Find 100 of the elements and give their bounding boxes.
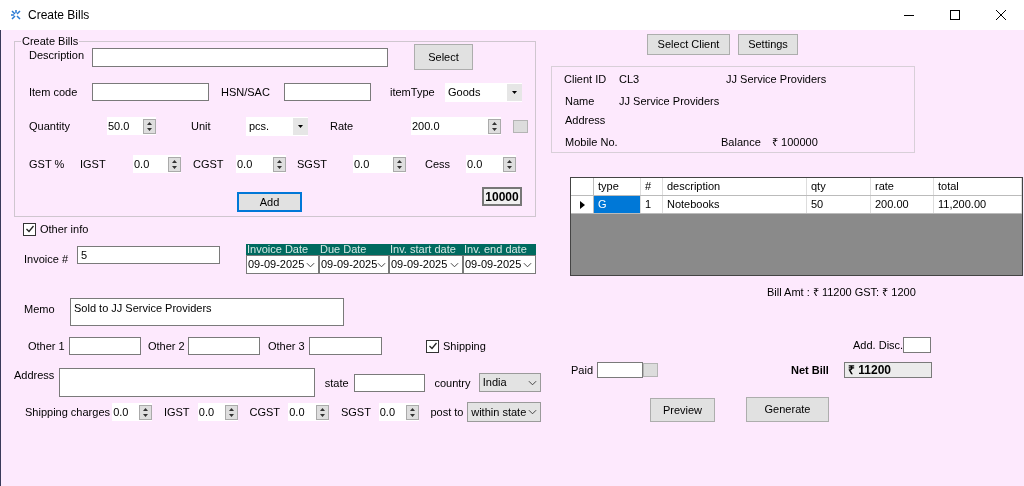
dropdown[interactable]: Goods	[445, 82, 522, 102]
field-label: Name	[565, 94, 596, 108]
spin-arrows-icon	[406, 404, 420, 420]
text-field[interactable]	[69, 337, 141, 355]
spin-field[interactable]: 0.0	[378, 403, 420, 421]
field-label: Address	[565, 113, 606, 127]
field-label: Rate	[330, 119, 355, 133]
field-label: IGST	[163, 405, 191, 419]
text-field[interactable]: 5	[77, 246, 220, 264]
text-area[interactable]	[59, 368, 315, 397]
date-picker[interactable]: 09-09-2025	[463, 255, 536, 274]
dropdown[interactable]: pcs.	[246, 116, 308, 136]
field-label: Mobile No.	[565, 135, 619, 149]
total-display: 10000	[482, 187, 522, 206]
spin-arrows-icon	[488, 118, 501, 134]
text-field[interactable]	[354, 373, 426, 392]
checkbox[interactable]	[426, 339, 439, 353]
field-label: Shipping charges	[25, 405, 111, 419]
column-header: Inv. start date	[389, 244, 463, 255]
field-label: IGST	[80, 157, 107, 171]
chevron-icon	[528, 379, 537, 386]
column-header[interactable]: type	[594, 178, 641, 195]
spin-field[interactable]: 0.0	[236, 155, 286, 173]
field-label: JJ Service Providers	[726, 72, 827, 86]
spin-field[interactable]: 0.0	[197, 403, 238, 421]
minimize-icon	[904, 14, 914, 16]
spin-arrows-icon	[273, 156, 286, 172]
group-title: Create Bills	[21, 34, 80, 48]
spin-arrows-icon	[315, 404, 329, 420]
column-header[interactable]: description	[663, 178, 807, 195]
amount-field: ₹ 11200	[844, 362, 932, 378]
table-cell[interactable]: Notebooks	[663, 196, 807, 213]
column-header: Inv. end date	[463, 244, 536, 255]
field-label: Invoice #	[24, 252, 70, 266]
field-label: Cess	[425, 157, 452, 171]
table-cell[interactable]: 200.00	[871, 196, 934, 213]
chevron-icon	[523, 261, 532, 268]
column-header: Due Date	[319, 244, 389, 255]
field-label: Other 3	[268, 339, 306, 353]
field-label: ₹ 100000	[772, 135, 818, 149]
field-label: Description	[29, 48, 86, 62]
checkbox-label: Other info	[40, 221, 89, 237]
spin-field[interactable]: 200.0	[411, 117, 501, 135]
text-area[interactable]: Sold to JJ Service Providers	[70, 298, 344, 326]
window-title: Create Bills	[28, 7, 90, 24]
spin-arrows-icon	[224, 404, 238, 420]
button[interactable]: Select	[414, 44, 473, 70]
dropdown[interactable]: India	[478, 373, 541, 392]
column-header[interactable]: qty	[807, 178, 871, 195]
field-label: itemType	[390, 85, 436, 99]
spin-arrows-icon	[393, 156, 406, 172]
chevron-icon	[450, 261, 459, 268]
button[interactable]: Select Client	[647, 34, 730, 55]
button[interactable]: Generate	[746, 397, 829, 422]
dropdown[interactable]: within state	[467, 402, 541, 422]
field-label: Net Bill	[791, 362, 830, 378]
date-picker[interactable]: 09-09-2025	[389, 255, 463, 274]
text-field[interactable]	[309, 337, 382, 355]
table-cell[interactable]: G	[594, 196, 641, 213]
spin-field[interactable]: 0.0	[288, 403, 329, 421]
button[interactable]: Settings	[738, 34, 798, 55]
text-field[interactable]	[92, 83, 209, 101]
checkbox[interactable]	[23, 222, 36, 236]
text-field[interactable]	[903, 337, 931, 353]
spin-arrows-icon	[503, 156, 516, 172]
table-cell[interactable]: 11,200.00	[934, 196, 1022, 213]
spin-field[interactable]: 50.0	[107, 117, 156, 135]
text-field[interactable]	[284, 83, 371, 101]
text-field[interactable]	[597, 362, 643, 378]
spin-field[interactable]: 0.0	[112, 403, 152, 421]
caret-icon	[507, 82, 522, 102]
close-icon	[996, 10, 1006, 20]
column-header[interactable]: total	[934, 178, 1022, 195]
table-cell[interactable]: 50	[807, 196, 871, 213]
field-label: post to	[430, 405, 465, 419]
field-label: CL3	[619, 72, 641, 86]
field-label: Address	[14, 368, 56, 382]
maximize-icon	[950, 10, 960, 20]
field-label: GST %	[29, 157, 66, 171]
chevron-icon	[528, 409, 537, 415]
column-header[interactable]: #	[641, 178, 663, 195]
field-label: SGST	[340, 405, 372, 419]
field-label: Add. Disc.	[853, 338, 903, 352]
field-label: Bill Amt : ₹ 11200 GST: ₹ 1200	[767, 285, 916, 299]
column-header[interactable]: rate	[871, 178, 934, 195]
date-picker[interactable]: 09-09-2025	[319, 255, 389, 274]
table-cell[interactable]: 1	[641, 196, 663, 213]
button[interactable]: Preview	[650, 398, 715, 422]
spin-field[interactable]: 0.0	[466, 155, 516, 173]
column-header: Invoice Date	[246, 244, 319, 255]
spin-field[interactable]: 0.0	[353, 155, 406, 173]
field-label: Paid	[571, 363, 595, 377]
text-field[interactable]	[188, 337, 260, 355]
date-picker[interactable]: 09-09-2025	[246, 255, 319, 274]
field-label: CGST	[249, 405, 282, 419]
text-field[interactable]	[92, 47, 388, 67]
field-label: Other 1	[28, 339, 66, 353]
app-icon	[10, 9, 22, 21]
spin-field[interactable]: 0.0	[133, 155, 181, 173]
button[interactable]: Add	[237, 192, 302, 212]
